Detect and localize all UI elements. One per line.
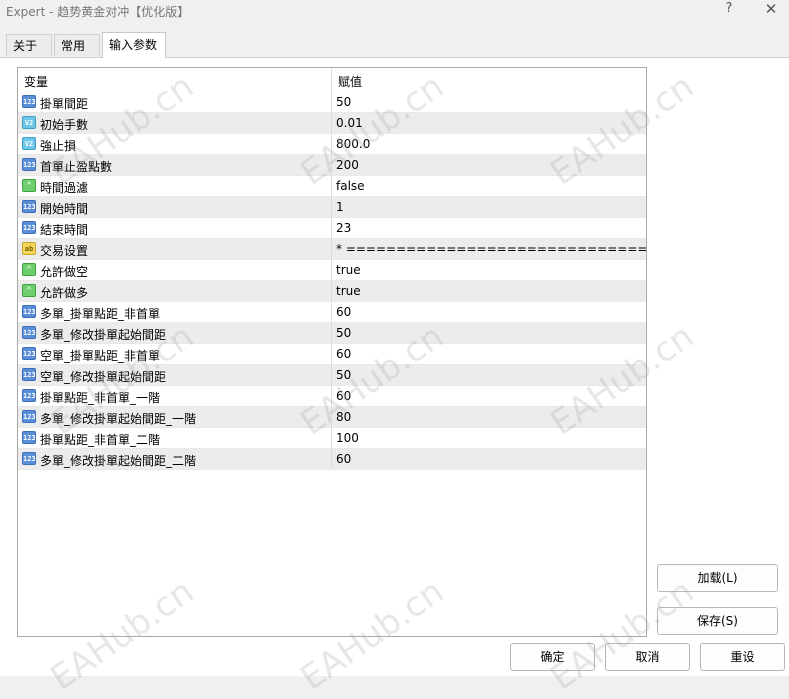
integer-type-icon: 123: [22, 452, 36, 465]
parameter-name: 多單_修改掛單起始間距_一階: [40, 412, 197, 426]
grid-header: 变量 赋值: [18, 68, 646, 93]
parameter-name: 掛單點距_非首單_一階: [40, 391, 161, 405]
integer-type-icon: 123: [22, 347, 36, 360]
parameter-row[interactable]: 123 多單_修改掛單起始間距_二階 60: [18, 449, 646, 470]
tab-common[interactable]: 常用: [54, 34, 100, 56]
boolean-type-icon: ⌃: [22, 179, 36, 192]
parameter-name: 掛單點距_非首單_二階: [40, 433, 161, 447]
parameter-row[interactable]: 123 開始時間 1: [18, 197, 646, 218]
ok-button[interactable]: 确定: [510, 643, 595, 671]
parameter-value[interactable]: 100: [336, 431, 359, 445]
header-variable[interactable]: 变量: [24, 73, 48, 90]
parameter-name: 首單止盈點數: [40, 160, 113, 174]
integer-type-icon: 123: [22, 158, 36, 171]
parameter-name: 開始時間: [40, 202, 89, 216]
double-type-icon: V2: [22, 137, 36, 150]
parameter-name: 交易设置: [40, 244, 89, 258]
parameter-row[interactable]: 123 掛單點距_非首單_二階 100: [18, 428, 646, 449]
parameter-row[interactable]: 123 掛單間距 50: [18, 92, 646, 113]
integer-type-icon: 123: [22, 368, 36, 381]
parameter-row[interactable]: 123 多單_修改掛單起始間距 50: [18, 323, 646, 344]
boolean-type-icon: ⌃: [22, 263, 36, 276]
parameter-value[interactable]: 60: [336, 452, 351, 466]
tab-about[interactable]: 关于: [6, 34, 52, 56]
parameter-name: 多單_掛單點距_非首單: [40, 307, 161, 321]
string-type-icon: ab: [22, 242, 36, 255]
integer-type-icon: 123: [22, 200, 36, 213]
parameter-value[interactable]: 60: [336, 389, 351, 403]
parameter-row[interactable]: 123 結束時間 23: [18, 218, 646, 239]
parameter-row[interactable]: ⌃ 時間過濾 false: [18, 176, 646, 197]
parameter-row[interactable]: ⌃ 允許做多 true: [18, 281, 646, 302]
parameter-row[interactable]: 123 掛單點距_非首單_一階 60: [18, 386, 646, 407]
parameter-name: 空單_修改掛單起始間距: [40, 370, 167, 384]
integer-type-icon: 123: [22, 431, 36, 444]
integer-type-icon: 123: [22, 95, 36, 108]
parameters-grid[interactable]: 变量 赋值 123 掛單間距 50 V2 初始手數 0.01 V2 強止損 800.0 123 首單…: [17, 67, 647, 637]
parameter-value[interactable]: 50: [336, 326, 351, 340]
parameter-row[interactable]: 123 空單_修改掛單起始間距 50: [18, 365, 646, 386]
integer-type-icon: 123: [22, 389, 36, 402]
parameter-row[interactable]: 123 多單_修改掛單起始間距_一階 80: [18, 407, 646, 428]
parameter-row[interactable]: V2 初始手數 0.01: [18, 113, 646, 134]
window-title: Expert - 趋势黄金对冲【优化版】: [6, 5, 190, 19]
close-button[interactable]: ✕: [760, 0, 782, 20]
load-button[interactable]: 加载(L): [657, 564, 778, 592]
parameter-row[interactable]: V2 強止損 800.0: [18, 134, 646, 155]
parameter-row[interactable]: 123 多單_掛單點距_非首單 60: [18, 302, 646, 323]
parameter-value[interactable]: 23: [336, 221, 351, 235]
header-value[interactable]: 赋值: [338, 73, 362, 90]
parameter-name: 強止損: [40, 139, 77, 153]
parameter-value[interactable]: true: [336, 284, 361, 298]
parameter-name: 初始手數: [40, 118, 89, 132]
parameter-value[interactable]: 200: [336, 158, 359, 172]
parameter-name: 多單_修改掛單起始間距: [40, 328, 167, 342]
parameter-value[interactable]: 60: [336, 347, 351, 361]
column-divider[interactable]: [331, 68, 332, 469]
parameter-value[interactable]: 0.01: [336, 116, 363, 130]
parameter-name: 多單_修改掛單起始間距_二階: [40, 454, 197, 468]
title-bar: Expert - 趋势黄金对冲【优化版】 ? ✕: [0, 0, 789, 24]
parameter-value[interactable]: 800.0: [336, 137, 370, 151]
parameter-name: 允許做空: [40, 265, 89, 279]
save-button[interactable]: 保存(S): [657, 607, 778, 635]
parameter-value[interactable]: 50: [336, 95, 351, 109]
parameter-row[interactable]: 123 空單_掛單點距_非首單 60: [18, 344, 646, 365]
tab-bar: 关于 常用 输入参数: [0, 32, 789, 58]
tab-inputs[interactable]: 输入参数: [102, 32, 166, 58]
parameter-name: 空單_掛單點距_非首單: [40, 349, 161, 363]
integer-type-icon: 123: [22, 326, 36, 339]
boolean-type-icon: ⌃: [22, 284, 36, 297]
parameter-value[interactable]: 80: [336, 410, 351, 424]
parameter-value[interactable]: 60: [336, 305, 351, 319]
integer-type-icon: 123: [22, 410, 36, 423]
parameter-value[interactable]: * =============================== *: [336, 242, 646, 256]
parameter-name: 掛單間距: [40, 97, 89, 111]
reset-button[interactable]: 重设: [700, 643, 785, 671]
parameter-value[interactable]: false: [336, 179, 365, 193]
parameter-row[interactable]: 123 首單止盈點數 200: [18, 155, 646, 176]
parameter-value[interactable]: 1: [336, 200, 344, 214]
parameter-value[interactable]: 50: [336, 368, 351, 382]
parameter-row[interactable]: ab 交易设置 * =============================== …: [18, 239, 646, 260]
parameter-name: 允許做多: [40, 286, 89, 300]
parameter-name: 時間過濾: [40, 181, 89, 195]
integer-type-icon: 123: [22, 221, 36, 234]
cancel-button[interactable]: 取消: [605, 643, 690, 671]
parameter-value[interactable]: true: [336, 263, 361, 277]
integer-type-icon: 123: [22, 305, 36, 318]
parameter-row[interactable]: ⌃ 允許做空 true: [18, 260, 646, 281]
parameter-name: 結束時間: [40, 223, 89, 237]
help-button[interactable]: ?: [719, 0, 739, 20]
double-type-icon: V2: [22, 116, 36, 129]
